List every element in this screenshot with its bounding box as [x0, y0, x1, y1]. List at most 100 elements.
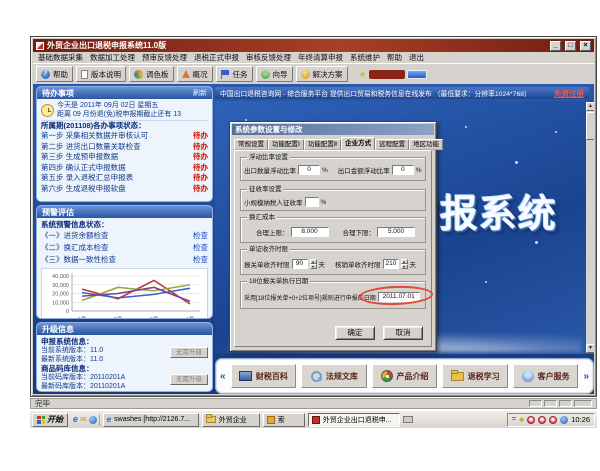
spin-down-icon[interactable]: ▾ — [310, 264, 317, 269]
taskbar-item-browser[interactable]: e swashes [http://2126.7... — [103, 413, 199, 427]
levy-rate-input[interactable] — [305, 197, 319, 207]
lower-limit-input[interactable]: 5.000 — [377, 227, 415, 237]
status-text: 完毕 — [35, 398, 50, 409]
warning-panel-title: 预警评估 — [42, 207, 74, 218]
solution-button[interactable]: 解决方案 — [296, 66, 348, 82]
spinner-control[interactable]: ▴▾ — [401, 259, 408, 269]
ad-text: 中国出口退税咨询网 - 综合服务平台 提供出口贸易和税务信息在线发布 （最低要求… — [220, 88, 531, 98]
vendor-logo[interactable]: ★ — [359, 70, 427, 79]
menu-item-maintenance[interactable]: 系统维护 — [350, 52, 380, 63]
vendor-logo-badge — [407, 70, 427, 79]
ie-icon[interactable]: e — [73, 415, 78, 424]
study-button[interactable]: 退税学习 — [442, 364, 508, 388]
app-icon — [36, 42, 44, 50]
amt-ratio-input[interactable]: 0 — [392, 165, 414, 175]
menu-item-pre-review[interactable]: 预审反馈处理 — [142, 52, 187, 63]
deadline-line: 距离 09 月份退(免)税申报期截止还有 13 — [57, 110, 181, 119]
encyclopedia-button[interactable]: 财税百科 — [231, 364, 297, 388]
main-content: 待办事项 刷新 今天是 2011年 09月 02日 星期五 距离 09 月份退(… — [33, 84, 594, 394]
clover-icon[interactable]: ♣ — [519, 416, 524, 424]
refresh-link[interactable]: 刷新 — [193, 88, 207, 98]
customs-days-input[interactable]: 90 — [292, 259, 308, 269]
svg-text:1月: 1月 — [78, 316, 87, 319]
maximize-button[interactable]: □ — [565, 41, 576, 51]
tasks-button[interactable]: 任务 — [216, 66, 253, 82]
vertical-scrollbar[interactable]: ▲ ▼ — [586, 102, 594, 353]
writeoff-days-input[interactable]: 210 — [383, 259, 399, 269]
taskbar-item-document[interactable]: 索 — [263, 413, 305, 427]
version-notes-button[interactable]: 版本说明 — [76, 66, 126, 82]
menu-item-base-data[interactable]: 基础数据采集 — [38, 52, 83, 63]
flag-icon — [221, 70, 230, 79]
todo-step[interactable]: 第二步 进货出口数量关联检查待办 — [41, 142, 208, 153]
prev-arrow-icon[interactable]: « — [220, 371, 226, 382]
svg-text:4月: 4月 — [186, 316, 195, 319]
mail-icon[interactable]: ✉ — [80, 416, 87, 424]
check-link[interactable]: 检查 — [193, 254, 208, 266]
no-upgrade-button[interactable]: 无需升级 — [170, 347, 208, 358]
ad-link[interactable]: 免费注册 — [554, 88, 584, 99]
status-pane — [529, 400, 542, 407]
scrollbar-thumb[interactable] — [586, 112, 594, 140]
tab-enterprise-mode[interactable]: 企业方式 — [341, 137, 375, 150]
check-link[interactable]: 检查 — [193, 242, 208, 254]
close-button[interactable]: × — [580, 41, 591, 51]
check-item: 《二》换汇成本检查检查 — [41, 242, 208, 254]
dialog-tab-page: 浮动比率设置 出口数量浮动比率 0 % 出口金额浮动比率 0 % 征收率设置 — [234, 150, 432, 347]
customer-service-button[interactable]: 客户服务 — [513, 364, 579, 388]
law-library-button[interactable]: 法规文库 — [301, 364, 367, 388]
tab-region-function[interactable]: 地区功能 — [409, 139, 443, 150]
check-link[interactable]: 检查 — [193, 230, 208, 242]
taskbar-item-tax-app[interactable]: 外贸企业出口退税申... — [308, 413, 400, 427]
todo-step[interactable]: 第四步 确认正式申报数据待办 — [41, 163, 208, 174]
cancel-button[interactable]: 取消 — [383, 326, 423, 340]
status-pane — [544, 400, 557, 407]
ok-button[interactable]: 确定 — [335, 326, 375, 340]
todo-step[interactable]: 第六步 生成退税申报软盘待办 — [41, 184, 208, 195]
scroll-up-icon[interactable]: ▲ — [586, 102, 594, 111]
menu-item-help[interactable]: 帮助 — [387, 52, 402, 63]
tab-general[interactable]: 常规设置 — [234, 139, 268, 150]
qq-icon[interactable] — [549, 416, 557, 424]
status-badge: 待办 — [193, 131, 208, 142]
upper-limit-input[interactable]: 8.000 — [291, 227, 329, 237]
minimize-button[interactable]: _ — [550, 41, 561, 51]
tab-remote-config[interactable]: 远程配置 — [375, 139, 409, 150]
start-button[interactable]: 开始 — [32, 413, 68, 427]
menu-item-exit[interactable]: 退出 — [409, 52, 424, 63]
upgrade-panel: 升级信息 申报系统信息： 当前系统版本：11.0 最新系统版本：11.0 无需升… — [36, 322, 213, 392]
no-upgrade-button[interactable]: 无需升级 — [170, 374, 208, 385]
float-ratio-group: 浮动比率设置 出口数量浮动比率 0 % 出口金额浮动比率 0 % — [240, 157, 426, 181]
menu-item-data-process[interactable]: 数据加工处理 — [90, 52, 135, 63]
printer-icon[interactable] — [403, 416, 413, 423]
qty-ratio-input[interactable]: 0 — [298, 165, 320, 175]
svg-text:2月: 2月 — [114, 316, 123, 319]
taskbar-item-folder[interactable]: 外贸企业 — [202, 413, 260, 427]
palette-button[interactable]: 调色板 — [129, 66, 174, 82]
show-desktop-icon[interactable] — [89, 416, 97, 424]
sync-icon[interactable]: = — [512, 416, 516, 423]
status-icon — [182, 70, 190, 78]
messenger-icon[interactable] — [560, 416, 568, 424]
todo-step[interactable]: 第三步 生成预申报数据待办 — [41, 152, 208, 163]
document-icon — [81, 70, 88, 79]
overview-button[interactable]: 概况 — [177, 66, 213, 82]
ie-icon: e — [107, 415, 111, 424]
todo-step[interactable]: 第五步 录入退税汇总申报表待办 — [41, 173, 208, 184]
menu-item-formal-declare[interactable]: 退税正式申报 — [194, 52, 239, 63]
tab-function2[interactable]: 功能配置Ⅱ — [304, 139, 341, 150]
menu-item-year-end[interactable]: 年终清算申报 — [298, 52, 343, 63]
qq-icon[interactable] — [527, 416, 535, 424]
spinner-control[interactable]: ▴▾ — [310, 259, 317, 269]
menu-item-review-feedback[interactable]: 审核反馈处理 — [246, 52, 291, 63]
wizard-button[interactable]: 向导 — [256, 66, 293, 82]
help-button[interactable]: 帮助 — [36, 66, 73, 82]
todo-step[interactable]: 第一步 采集相关数据并审核认可待办 — [41, 131, 208, 142]
spin-down-icon[interactable]: ▾ — [401, 264, 408, 269]
product-intro-button[interactable]: 产品介绍 — [372, 364, 438, 388]
tab-function1[interactable]: 功能配置Ⅰ — [268, 139, 304, 150]
svg-text:20,000: 20,000 — [52, 292, 69, 298]
qq-icon[interactable] — [538, 416, 546, 424]
scroll-down-icon[interactable]: ▼ — [586, 344, 594, 353]
next-arrow-icon[interactable]: » — [583, 371, 589, 382]
